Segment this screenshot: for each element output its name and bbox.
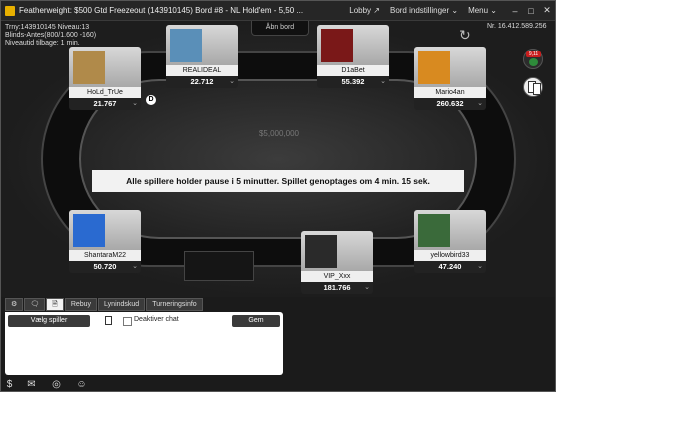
choose-player-button[interactable]: Vælg spiller xyxy=(8,315,90,327)
chevron-down-icon[interactable]: ⌄ xyxy=(132,261,138,273)
tournament-level: Trny:143910145 Niveau:13 xyxy=(5,24,90,31)
player-name: REALIDEAL xyxy=(166,65,238,76)
table-area: $5,000,000 Trny:143910145 Niveau:13 Blin… xyxy=(1,21,555,297)
pot-watermark: $5,000,000 xyxy=(258,129,300,138)
hand-number: Nr. 16.412.589.256 xyxy=(487,23,547,30)
avatar xyxy=(73,51,105,84)
player-chips: 47.240 xyxy=(414,261,486,273)
window-title: Featherweight: $500 Gtd Freezeout (14391… xyxy=(19,6,304,15)
save-button[interactable]: Gem xyxy=(232,315,280,327)
chevron-down-icon[interactable]: ⌄ xyxy=(132,98,138,110)
chevron-down-icon[interactable]: ⌄ xyxy=(229,76,235,88)
chevron-down-icon[interactable]: ⌄ xyxy=(477,98,483,110)
disable-chat-checkbox[interactable] xyxy=(123,317,132,326)
blinds-antes: Blinds-Antes(800/1.600 -160) xyxy=(5,32,97,39)
menu-button[interactable]: Menu ⌄ xyxy=(468,6,497,15)
dollar-icon[interactable]: $ xyxy=(4,379,15,390)
chat-tabs: ⚙ 🗨 🗎 Rebuy Lynindskud Turneringsinfo xyxy=(5,298,204,311)
table-settings-button[interactable]: Bord indstillinger ⌄ xyxy=(390,6,458,15)
avatar xyxy=(305,235,337,268)
empty-seat-slot[interactable] xyxy=(184,251,254,281)
player-chips: 21.767 xyxy=(69,98,141,110)
tab-lynindskud[interactable]: Lynindskud xyxy=(98,298,146,311)
app-icon xyxy=(5,5,15,16)
maximize-button[interactable]: □ xyxy=(523,6,539,16)
tab-rebuy[interactable]: Rebuy xyxy=(64,298,98,311)
seat-d1abet[interactable]: D1aBet 55.392 ⌄ xyxy=(317,25,389,90)
open-table-tab[interactable]: Åbn bord xyxy=(251,21,309,36)
chat-panel: Vælg spiller Deaktiver chat Gem xyxy=(5,312,283,375)
minimize-button[interactable]: – xyxy=(507,6,523,16)
refresh-icon[interactable]: ↻ xyxy=(459,27,471,44)
badge-count: 9,11 xyxy=(526,51,541,57)
card-front-icon xyxy=(533,83,541,95)
tab-settings[interactable]: ⚙ xyxy=(5,298,24,311)
player-chips: 55.392 xyxy=(317,76,389,88)
avatar xyxy=(321,29,353,62)
seat-vip-xxx[interactable]: VIP_Xxx 181.766 ⌄ xyxy=(301,231,373,296)
player-chips: 50.720 xyxy=(69,261,141,273)
document-icon xyxy=(105,316,112,325)
disable-chat-label: Deaktiver chat xyxy=(134,316,179,323)
seat-shantaram22[interactable]: ShantaraM22 50.720 ⌄ xyxy=(69,210,141,275)
chat-area: ⚙ 🗨 🗎 Rebuy Lynindskud Turneringsinfo Væ… xyxy=(1,297,555,377)
cards-icon[interactable] xyxy=(523,77,543,97)
lobby-button[interactable]: Lobby ↗ xyxy=(349,6,380,15)
player-name: D1aBet xyxy=(317,65,389,76)
tab-turneringsinfo[interactable]: Turneringsinfo xyxy=(146,298,203,311)
avatar xyxy=(418,51,450,84)
avatar xyxy=(418,214,450,247)
seat-mario4an[interactable]: Mario4an 260.632 ⌄ xyxy=(414,47,486,112)
avatar xyxy=(170,29,202,62)
chevron-down-icon[interactable]: ⌄ xyxy=(477,261,483,273)
chevron-down-icon[interactable]: ⌄ xyxy=(364,282,370,294)
people-icon[interactable]: ☺ xyxy=(76,379,87,390)
bottom-bar: $ ✉ ◎ ☺ xyxy=(1,377,555,391)
player-chips: 22.712 xyxy=(166,76,238,88)
player-name: yellowbird33 xyxy=(414,250,486,261)
player-name: HoLd_TrUe xyxy=(69,87,141,98)
avatar xyxy=(73,214,105,247)
player-chips: 260.632 xyxy=(414,98,486,110)
seat-yellowbird33[interactable]: yellowbird33 47.240 ⌄ xyxy=(414,210,486,275)
player-name: VIP_Xxx xyxy=(301,271,373,282)
tab-notes[interactable]: 🗎 xyxy=(46,298,64,311)
close-button[interactable]: ✕ xyxy=(539,5,555,16)
globe-icon[interactable]: ◎ xyxy=(51,379,62,390)
player-chips: 181.766 xyxy=(301,282,373,294)
title-bar: Featherweight: $500 Gtd Freezeout (14391… xyxy=(1,1,555,21)
break-message-banner: Alle spillere holder pause i 5 minutter.… xyxy=(92,170,464,192)
seat-realideal[interactable]: REALIDEAL 22.712 ⌄ xyxy=(166,25,238,90)
badge-green-dot xyxy=(529,58,538,66)
dealer-button: D xyxy=(146,95,156,105)
seat-hold-true[interactable]: HoLd_TrUe 21.767 ⌄ xyxy=(69,47,141,112)
player-name: Mario4an xyxy=(414,87,486,98)
mail-icon[interactable]: ✉ xyxy=(26,379,37,390)
player-name: ShantaraM22 xyxy=(69,250,141,261)
tournament-info: Trny:143910145 Niveau:13 Blinds-Antes(80… xyxy=(5,24,96,48)
tab-chat[interactable]: 🗨 xyxy=(24,298,46,311)
poker-table-window: Featherweight: $500 Gtd Freezeout (14391… xyxy=(0,0,556,392)
badge-icon[interactable]: 9,11 xyxy=(523,49,543,69)
chevron-down-icon[interactable]: ⌄ xyxy=(380,76,386,88)
